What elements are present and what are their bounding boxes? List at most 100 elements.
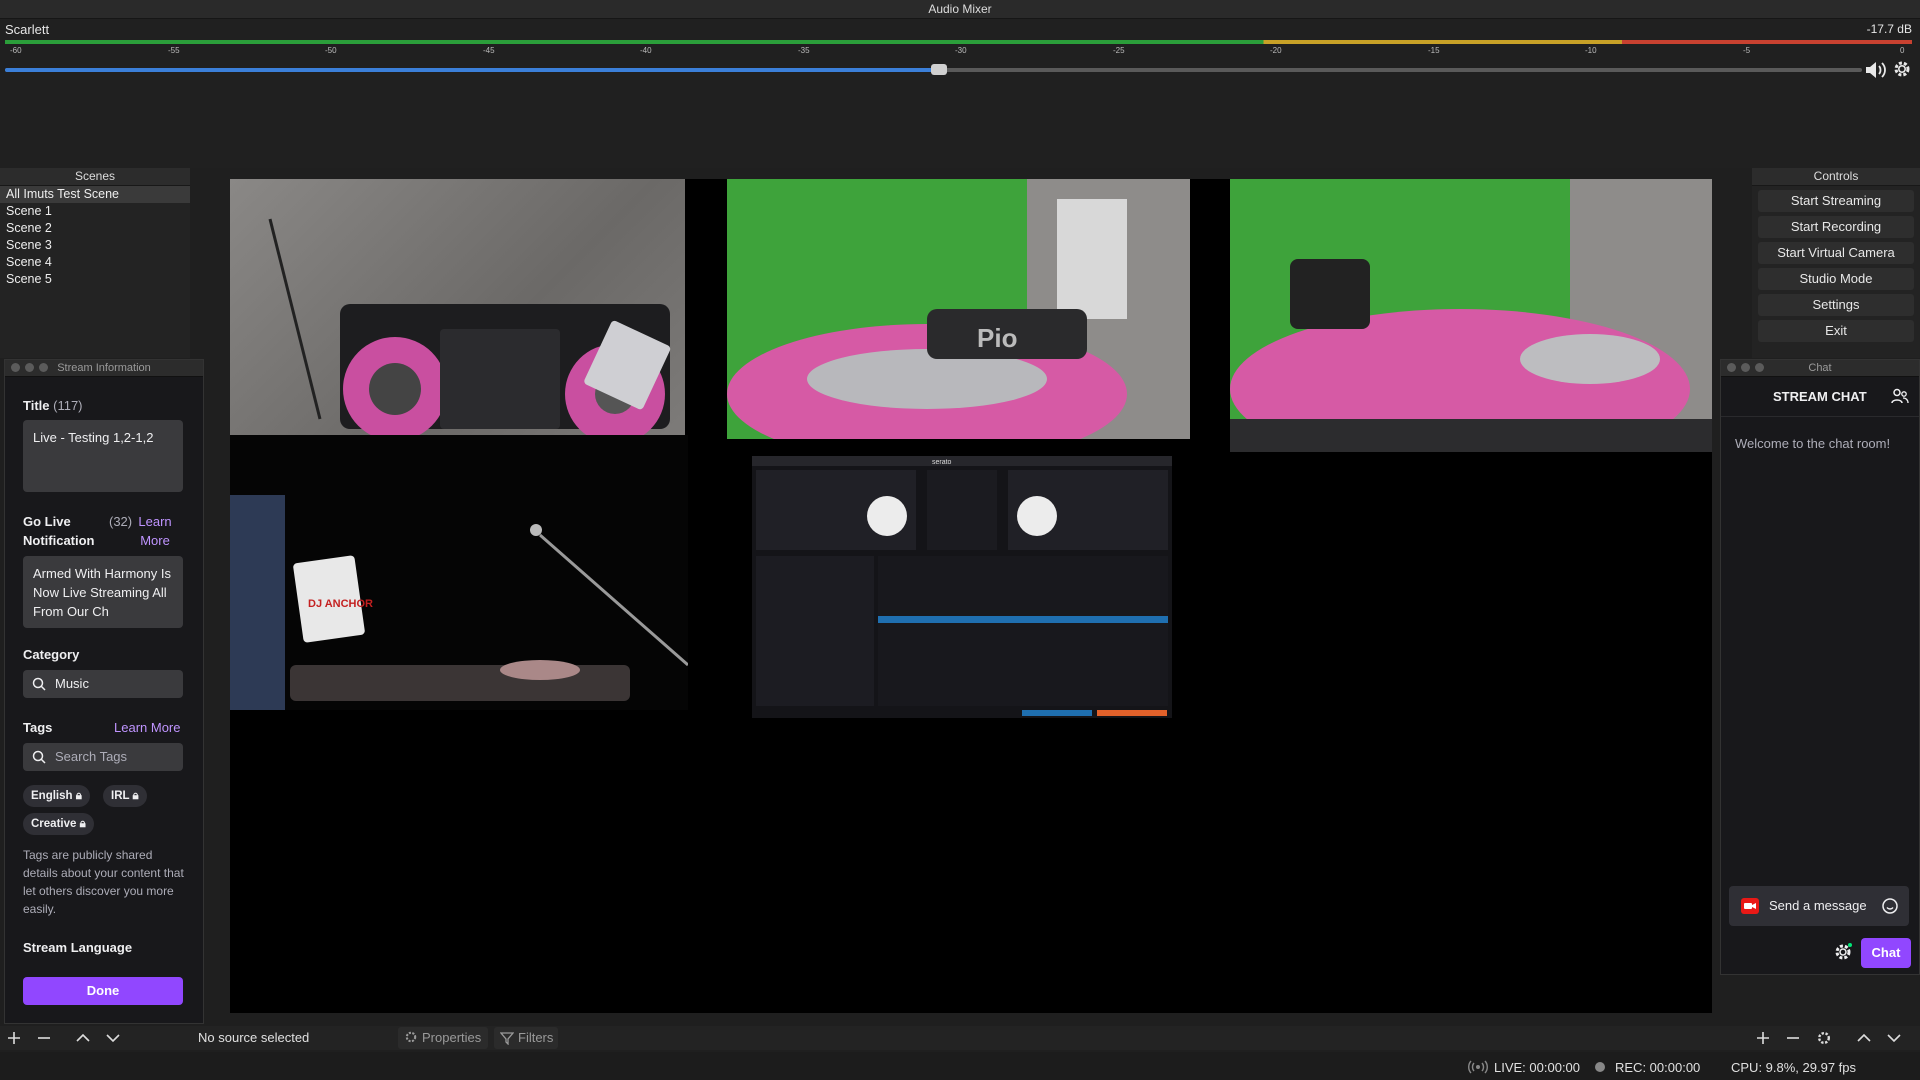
scene-item[interactable]: Scene 2 [0,220,190,237]
meter-tick-label: -40 [640,46,652,55]
done-button[interactable]: Done [23,977,183,1005]
meter-tick-label: -20 [1270,46,1282,55]
controls-title: Controls [1752,168,1920,186]
tags-help-text: Tags are publicly shared details about y… [23,848,184,916]
speaker-icon[interactable] [1864,59,1888,81]
meter-tick-label: -25 [1113,46,1125,55]
stream-information-panel: Stream Information Title (117) Live - Te… [4,359,204,1024]
remove-source-icon[interactable] [1785,1030,1801,1046]
emote-icon[interactable] [1881,897,1899,918]
record-indicator-icon [1595,1062,1605,1072]
tags-label: Tags [23,720,53,735]
stream-language-label: Stream Language [23,940,133,955]
category-label: Category [23,647,80,662]
software-name: serato [932,459,952,466]
add-scene-icon[interactable] [6,1030,22,1046]
meter-tick-label: -5 [1743,46,1751,55]
scenes-title: Scenes [0,168,190,186]
tag-chip[interactable]: English 🔒︎ [23,785,90,807]
exit-button[interactable]: Exit [1758,320,1914,342]
start-recording-button[interactable]: Start Recording [1758,216,1914,238]
camera-feed-turntable-left: Pio [727,179,1190,439]
meter-tick-labels: -60 -55 -50 -45 -40 -35 -30 -25 -20 -15 -10 -5 0 [10,46,1910,60]
scene-item[interactable]: Scene 4 [0,254,190,271]
chat-settings-gear-icon[interactable] [1833,942,1853,965]
camera-feed-turntable-right [1230,179,1712,452]
volume-slider-fill [5,68,939,72]
tag-chip[interactable]: IRL 🔒︎ [103,785,147,807]
dj-sticker-label: DJ ANCHOR [308,598,373,610]
chat-panel: Chat STREAM CHAT Welcome to the chat roo… [1720,359,1920,975]
chat-message-input[interactable]: Send a message [1729,886,1909,926]
camera-icon[interactable] [1741,898,1759,917]
scene-item[interactable]: Scene 1 [0,203,190,220]
meter-tick-label: -30 [955,46,967,55]
volume-meter [5,40,1912,44]
audio-mixer-dock: Audio Mixer Scarlett -17.7 dB -60 -55 -50-… [0,0,1920,168]
go-live-learn-more-link[interactable]: Learn More [133,512,177,550]
search-icon [32,677,46,691]
meter-tick-label: -50 [325,46,337,55]
filters-button[interactable]: Filters [494,1027,558,1049]
meter-tick-label: -55 [168,46,180,55]
title-char-count: (117) [53,398,83,413]
preview-canvas[interactable]: Pio DJ ANCHOR serato [230,179,1712,1013]
start-streaming-button[interactable]: Start Streaming [1758,190,1914,212]
window-title-bar: Chat [1721,360,1919,377]
window-title: Stream Information [57,362,151,374]
live-timer: LIVE: 00:00:00 [1494,1060,1581,1075]
screen-capture-dj-software: serato [752,456,1172,718]
scene-item[interactable]: Scene 5 [0,271,190,288]
tag-chip[interactable]: Creative 🔒︎ [23,813,94,835]
tags-search-input[interactable]: Search Tags [23,743,183,771]
cpu-fps-readout: CPU: 9.8%, 29.97 fps [1731,1060,1857,1075]
move-up-icon[interactable] [1856,1030,1872,1046]
controls-dock: Controls Start Streaming Start Recording… [1752,168,1920,358]
notification-input[interactable]: Armed With Harmony Is Now Live Streaming… [23,556,183,628]
lock-icon: 🔒︎ [79,818,86,830]
category-value: Music [55,676,89,691]
rec-timer: REC: 00:00:00 [1615,1060,1701,1075]
move-down-icon[interactable] [1886,1030,1902,1046]
chat-title: STREAM CHAT [1773,389,1867,404]
move-up-icon[interactable] [75,1030,91,1046]
add-source-icon[interactable] [1755,1030,1771,1046]
mixer-source-name: Scarlett [5,22,50,37]
title-input[interactable]: Live - Testing 1,2-1,2 [23,420,183,492]
go-live-char-count: (32) [109,514,133,529]
tags-learn-more-link[interactable]: Learn More [114,720,180,735]
camera-feed-overhead [230,179,685,435]
window-title-bar: Stream Information [5,360,203,377]
studio-mode-button[interactable]: Studio Mode [1758,268,1914,290]
turntable-brand-label: Pio [977,323,1017,353]
window-title: Chat [1808,362,1832,374]
meter-tick-label: -45 [483,46,495,55]
chat-header: STREAM CHAT [1721,376,1919,417]
users-icon[interactable] [1891,388,1909,407]
volume-slider-handle[interactable] [931,64,947,75]
meter-tick-label: -10 [1585,46,1597,55]
scene-item[interactable]: All Imuts Test Scene [0,186,190,203]
chat-send-button[interactable]: Chat [1861,938,1911,968]
chat-input-placeholder: Send a message [1769,898,1867,913]
gear-icon[interactable] [1816,1030,1832,1046]
meter-tick-label: -15 [1428,46,1440,55]
meter-tick-label: -60 [10,46,22,55]
meter-tick-label: -35 [798,46,810,55]
no-source-label: No source selected [198,1030,310,1045]
scene-item[interactable]: Scene 3 [0,237,190,254]
remove-scene-icon[interactable] [36,1030,52,1046]
tags-placeholder: Search Tags [55,749,128,764]
camera-feed-booth: DJ ANCHOR [230,435,688,710]
scenes-dock: Scenes All Imuts Test Scene Scene 1 Scen… [0,168,190,358]
settings-button[interactable]: Settings [1758,294,1914,316]
gear-icon [405,1031,417,1043]
properties-button[interactable]: Properties [398,1027,488,1049]
lock-icon: 🔒︎ [75,790,82,802]
gear-icon[interactable] [1892,59,1914,81]
start-virtual-camera-button[interactable]: Start Virtual Camera [1758,242,1914,264]
broadcast-icon [1468,1059,1488,1078]
meter-tick-label: 0 [1900,46,1905,55]
category-search-input[interactable]: Music [23,670,183,698]
move-down-icon[interactable] [105,1030,121,1046]
